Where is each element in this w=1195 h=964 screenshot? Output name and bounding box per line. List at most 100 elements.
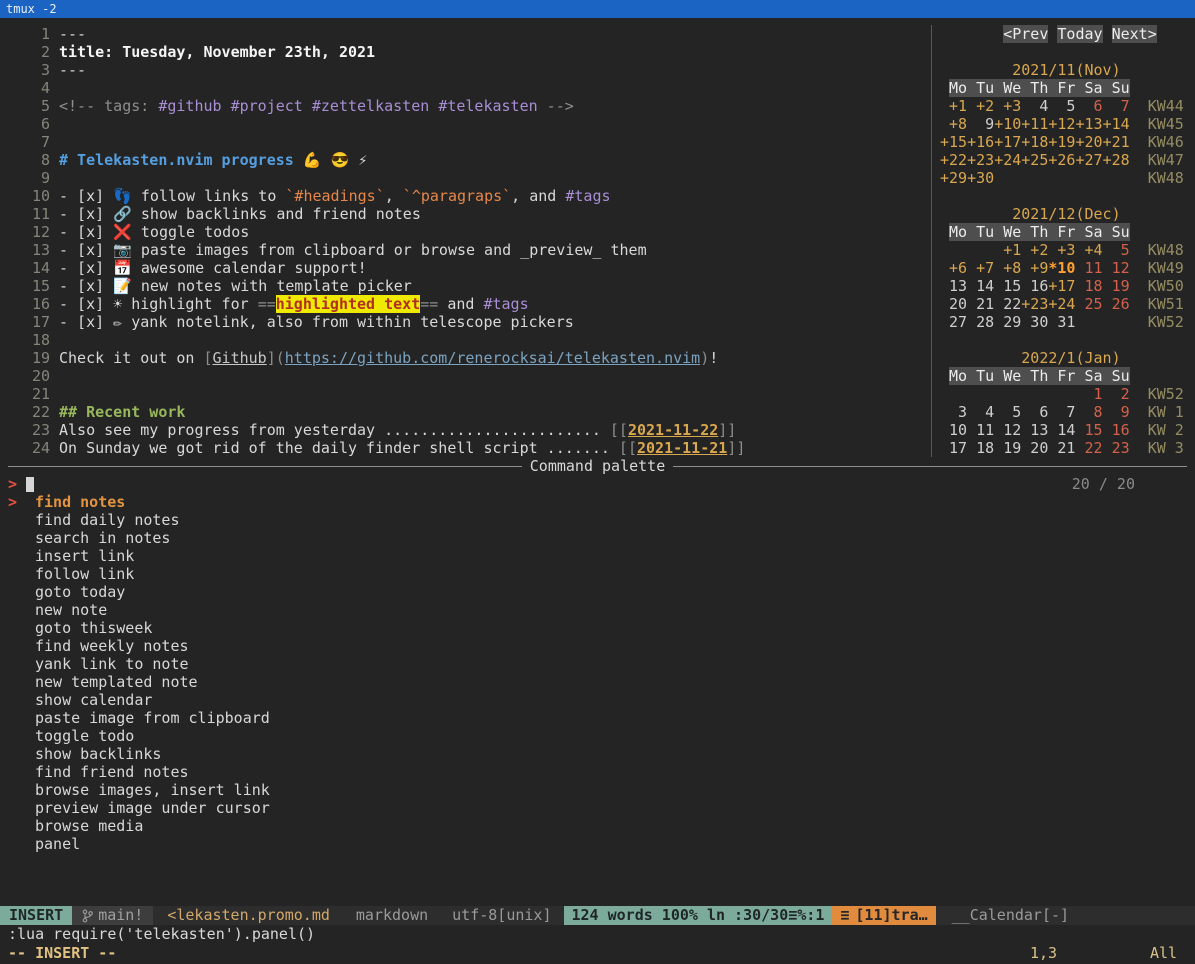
calendar-day[interactable]: 5 [994, 403, 1021, 421]
calendar-day-noted[interactable]: +13 [1075, 115, 1102, 133]
calendar-day-noted[interactable]: +3 [1048, 241, 1075, 259]
calendar-day[interactable]: 6 [1021, 403, 1048, 421]
calendar-day-noted[interactable]: +16 [967, 133, 994, 151]
calendar-day-noted[interactable]: +11 [1021, 115, 1048, 133]
calendar-day[interactable]: 21 [1048, 439, 1075, 457]
calendar-day-noted[interactable]: +23 [967, 151, 994, 169]
calendar-day-weekend[interactable]: 7 [1103, 97, 1130, 115]
calendar-day[interactable]: 13 [940, 277, 967, 295]
calendar-day-noted[interactable]: +10 [994, 115, 1021, 133]
calendar-day-noted[interactable]: +25 [1021, 151, 1048, 169]
calendar-day-weekend[interactable]: 25 [1075, 295, 1102, 313]
calendar-day[interactable]: 14 [1048, 421, 1075, 439]
palette-item[interactable]: paste image from clipboard [8, 709, 1187, 727]
calendar-day-today[interactable]: *10 [1048, 259, 1075, 277]
calendar-day-weekend[interactable]: 18 [1075, 277, 1102, 295]
palette-item[interactable]: find daily notes [8, 511, 1187, 529]
calendar-day[interactable]: 20 [1021, 439, 1048, 457]
calendar-day-weekend[interactable]: 6 [1075, 97, 1102, 115]
palette-item[interactable]: search in notes [8, 529, 1187, 547]
calendar-day-noted[interactable]: +23 [1021, 295, 1048, 313]
calendar-day-noted[interactable]: +19 [1048, 133, 1075, 151]
palette-item[interactable]: goto today [8, 583, 1187, 601]
editor-window[interactable]: 1---2title: Tuesday, November 23th, 2021… [8, 25, 931, 457]
link-label[interactable]: Github [213, 349, 267, 367]
calendar-day-noted[interactable]: +17 [1048, 277, 1075, 295]
calendar-day-noted[interactable]: +22 [940, 151, 967, 169]
calendar-day-noted[interactable]: +6 [940, 259, 967, 277]
calendar-day-noted[interactable]: +12 [1048, 115, 1075, 133]
calendar-day[interactable]: 21 [967, 295, 994, 313]
calendar-day-weekend[interactable]: 2 [1103, 385, 1130, 403]
palette-item[interactable]: browse images, insert link [8, 781, 1187, 799]
calendar-day-noted[interactable]: +26 [1048, 151, 1075, 169]
calendar-day-noted[interactable]: +7 [967, 259, 994, 277]
calendar-day-weekend[interactable]: 23 [1103, 439, 1130, 457]
calendar-day-noted[interactable]: +20 [1075, 133, 1102, 151]
wiki-link[interactable]: 2021-11-21 [637, 439, 727, 457]
palette-item[interactable]: find friend notes [8, 763, 1187, 781]
palette-prompt[interactable]: > 20 / 20 [8, 475, 1187, 493]
calendar-day-weekend[interactable]: 15 [1075, 421, 1102, 439]
calendar-day-noted[interactable]: +9 [1021, 259, 1048, 277]
calendar-day[interactable]: 19 [994, 439, 1021, 457]
calendar-day-noted[interactable]: +18 [1021, 133, 1048, 151]
calendar-day[interactable]: 27 [940, 313, 967, 331]
calendar-day-noted[interactable]: +8 [940, 115, 967, 133]
link-url[interactable]: https://github.com/renerocksai/telekaste… [285, 349, 700, 367]
calendar-day[interactable]: 29 [994, 313, 1021, 331]
calendar-day[interactable]: 17 [940, 439, 967, 457]
calendar-day-noted[interactable]: +1 [994, 241, 1021, 259]
calendar-day-weekend[interactable]: 8 [1075, 403, 1102, 421]
calendar-day-weekend[interactable]: 26 [1103, 295, 1130, 313]
palette-item[interactable]: browse media [8, 817, 1187, 835]
calendar-day-weekend[interactable]: 12 [1103, 259, 1130, 277]
calendar-day[interactable]: 15 [994, 277, 1021, 295]
palette-item[interactable]: panel [8, 835, 1187, 853]
calendar-day[interactable]: 31 [1048, 313, 1075, 331]
palette-item[interactable]: goto thisweek [8, 619, 1187, 637]
calendar-window[interactable]: <Prev Today Next> 2021/11(Nov) Mo Tu We … [934, 25, 1187, 457]
calendar-day[interactable]: 16 [1021, 277, 1048, 295]
calendar-day-noted[interactable]: +24 [1048, 295, 1075, 313]
calendar-day-weekend[interactable]: 16 [1103, 421, 1130, 439]
calendar-day[interactable]: 5 [1048, 97, 1075, 115]
calendar-day-weekend[interactable]: 22 [1075, 439, 1102, 457]
calendar-day-weekend[interactable]: 5 [1103, 241, 1130, 259]
calendar-nav-button[interactable]: <Prev [1003, 25, 1048, 43]
calendar-day[interactable]: 11 [967, 421, 994, 439]
palette-item[interactable]: show calendar [8, 691, 1187, 709]
wiki-link[interactable]: 2021-11-22 [628, 421, 718, 439]
calendar-day-noted[interactable]: +24 [994, 151, 1021, 169]
calendar-day-weekend[interactable]: 19 [1103, 277, 1130, 295]
calendar-day[interactable]: 9 [967, 115, 994, 133]
calendar-day-weekend[interactable]: 11 [1075, 259, 1102, 277]
palette-item[interactable]: preview image under cursor [8, 799, 1187, 817]
palette-item[interactable]: new note [8, 601, 1187, 619]
palette-item-selected[interactable]: > find notes [8, 493, 1187, 511]
calendar-day-noted[interactable]: +3 [994, 97, 1021, 115]
palette-item[interactable]: toggle todo [8, 727, 1187, 745]
calendar-day[interactable]: 28 [967, 313, 994, 331]
calendar-day-noted[interactable]: +8 [994, 259, 1021, 277]
calendar-day[interactable]: 30 [1021, 313, 1048, 331]
calendar-day[interactable]: 14 [967, 277, 994, 295]
calendar-day-weekend[interactable]: 9 [1103, 403, 1130, 421]
calendar-day-noted[interactable]: +17 [994, 133, 1021, 151]
calendar-day-noted[interactable]: +27 [1075, 151, 1102, 169]
window-separator[interactable] [931, 25, 932, 457]
palette-item[interactable]: show backlinks [8, 745, 1187, 763]
calendar-day[interactable]: 7 [1048, 403, 1075, 421]
command-line[interactable]: :lua require('telekasten').panel() [0, 925, 1195, 943]
palette-item[interactable]: insert link [8, 547, 1187, 565]
palette-item[interactable]: new templated note [8, 673, 1187, 691]
calendar-day[interactable]: 10 [940, 421, 967, 439]
calendar-day[interactable]: 20 [940, 295, 967, 313]
palette-item[interactable]: yank link to note [8, 655, 1187, 673]
calendar-day-noted[interactable]: +1 [940, 97, 967, 115]
palette-item[interactable]: find weekly notes [8, 637, 1187, 655]
calendar-day[interactable]: 22 [994, 295, 1021, 313]
calendar-day-noted[interactable]: +2 [967, 97, 994, 115]
calendar-day[interactable]: 18 [967, 439, 994, 457]
calendar-day-noted[interactable]: +21 [1103, 133, 1130, 151]
